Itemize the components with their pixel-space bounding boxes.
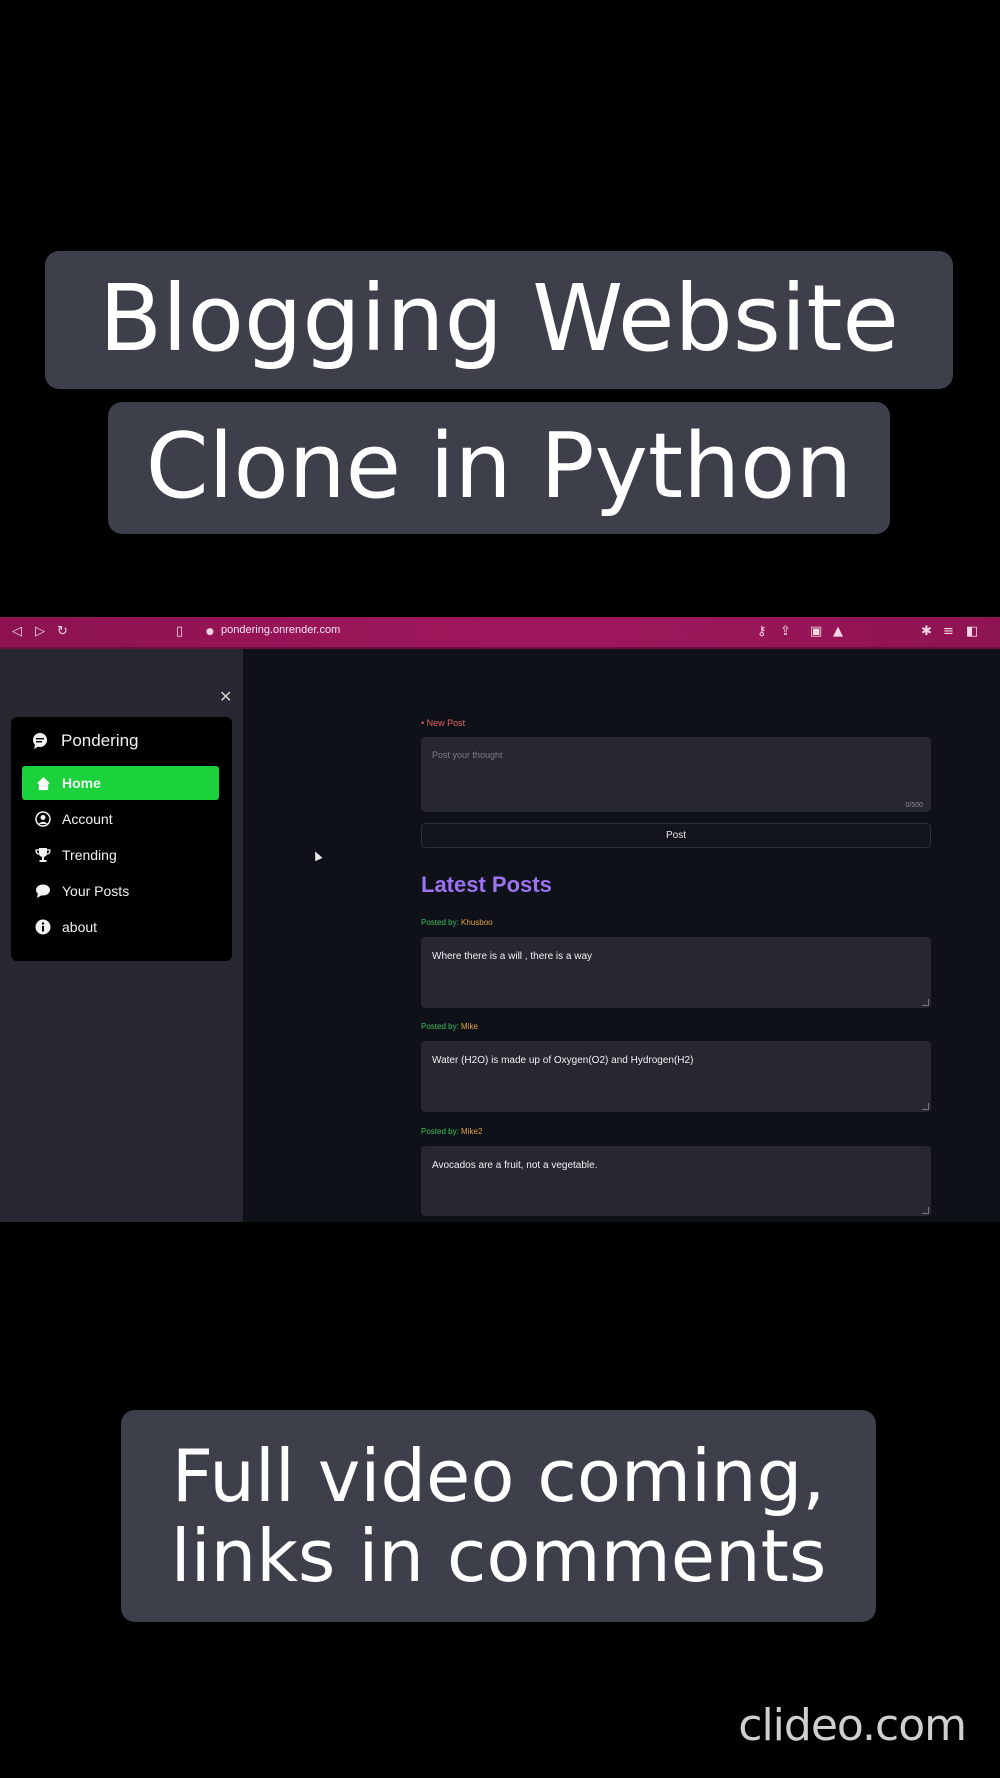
forward-icon[interactable]: ▷	[35, 623, 45, 641]
char-count: 0/500	[905, 802, 923, 809]
chat-icon	[34, 882, 52, 900]
posted-by-prefix: Posted by:	[421, 1022, 459, 1031]
new-post-label: • New Post	[421, 718, 466, 728]
lock-icon: ●	[206, 627, 214, 637]
footer-caption-line1: Full video coming,	[171, 1434, 826, 1518]
sidebar-item-account[interactable]: Account	[22, 802, 219, 836]
trophy-icon	[34, 846, 52, 864]
sidebar-item-label: Account	[62, 811, 113, 827]
watermark: clideo.com	[738, 1700, 967, 1751]
post-author: Khusboo	[461, 918, 493, 927]
post-button[interactable]: Post	[421, 823, 931, 848]
back-icon[interactable]: ◁	[12, 623, 22, 641]
sidebar-item-label: about	[62, 919, 98, 935]
post-author: Mike2	[461, 1127, 483, 1136]
sidebar-item-label: Trending	[62, 847, 117, 863]
posted-by-prefix: Posted by:	[421, 1127, 459, 1136]
footer-caption-line2: links in comments	[170, 1514, 827, 1598]
post-content-box[interactable]: Avocados are a fruit, not a vegetable.	[421, 1146, 931, 1216]
home-icon	[34, 774, 52, 792]
info-icon	[34, 918, 52, 936]
post-author: Mike	[461, 1022, 478, 1031]
sidebar-item-your-posts[interactable]: Your Posts	[22, 874, 219, 908]
extension-icon[interactable]: ▣	[810, 623, 822, 641]
sidebar-item-label: Home	[62, 775, 101, 791]
post-author-line: Posted by: Khusboo	[421, 918, 493, 927]
sidepanel-icon[interactable]: ◧	[966, 623, 978, 641]
post-content-box[interactable]: Where there is a will , there is a way	[421, 937, 931, 1008]
resize-handle[interactable]	[922, 1207, 929, 1214]
sidebar-item-home[interactable]: Home	[22, 766, 219, 800]
queue-icon[interactable]: ≡	[943, 623, 954, 641]
post-author-line: Posted by: Mike2	[421, 1127, 482, 1136]
brand: Pondering	[31, 731, 139, 751]
sidebar-item-about[interactable]: about	[22, 910, 219, 944]
sidebar-item-label: Your Posts	[62, 883, 130, 899]
post-content: Where there is a will , there is a way	[432, 951, 593, 962]
footer-caption: Full video coming, links in comments	[121, 1410, 876, 1622]
post-content: Water (H2O) is made up of Oxygen(O2) and…	[432, 1055, 694, 1066]
resize-handle[interactable]	[922, 1103, 929, 1110]
posted-by-prefix: Posted by:	[421, 918, 459, 927]
address-bar[interactable]: pondering.onrender.com	[221, 624, 340, 636]
title-caption-line1: Blogging Website	[45, 251, 953, 389]
chat-bubble-icon	[31, 732, 49, 750]
title-caption-line2: Clone in Python	[108, 402, 890, 534]
post-textarea[interactable]: Post your thought 0/500	[421, 737, 931, 812]
post-content: Avocados are a fruit, not a vegetable.	[432, 1160, 598, 1171]
key-icon[interactable]: ⚷	[757, 623, 767, 641]
puzzle-icon[interactable]: ✱	[921, 623, 932, 641]
browser-toolbar: ◁ ▷ ↻ ▯ ● pondering.onrender.com ⚷ ⇪ ▣ ▲…	[0, 617, 1000, 647]
account-icon	[34, 810, 52, 828]
reload-icon[interactable]: ↻	[57, 623, 68, 641]
latest-posts-heading: Latest Posts	[421, 872, 552, 897]
share-icon[interactable]: ⇪	[780, 623, 791, 641]
sidebar-item-trending[interactable]: Trending	[22, 838, 219, 872]
nav-menu: Pondering Home Account Trending Your Pos…	[11, 717, 232, 961]
resize-handle[interactable]	[922, 999, 929, 1006]
bookmark-icon[interactable]: ▯	[176, 623, 183, 641]
post-placeholder: Post your thought	[432, 750, 503, 760]
post-author-line: Posted by: Mike	[421, 1022, 478, 1031]
close-icon[interactable]: ✕	[219, 687, 232, 706]
brand-name: Pondering	[61, 731, 139, 750]
post-content-box[interactable]: Water (H2O) is made up of Oxygen(O2) and…	[421, 1041, 931, 1112]
alert-icon[interactable]: ▲	[833, 623, 843, 641]
